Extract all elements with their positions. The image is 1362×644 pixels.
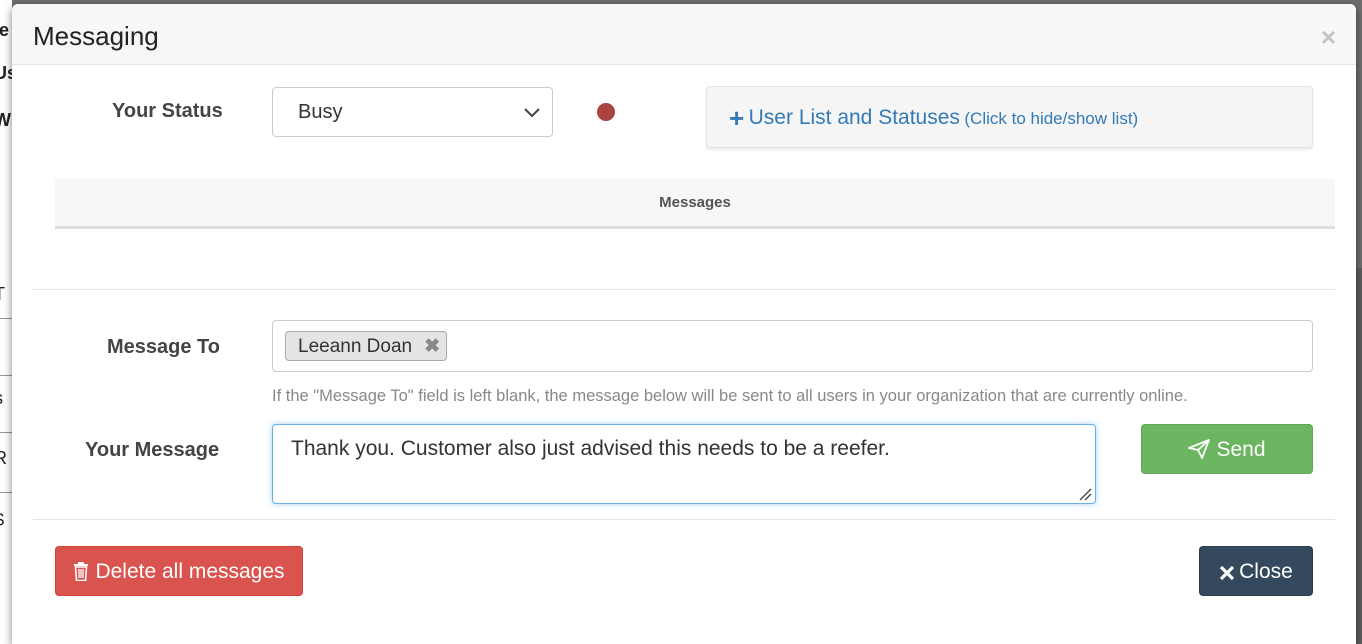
background-text: le <box>0 20 10 40</box>
background-divider <box>0 375 12 376</box>
section-divider <box>33 289 1335 290</box>
recipient-tag: Leeann Doan ✖ <box>285 331 448 361</box>
delete-all-label: Delete all messages <box>95 560 285 583</box>
background-strip: le Us Wi T s R $ <box>0 0 17 644</box>
plus-icon: + <box>729 103 745 133</box>
message-to-help: If the "Message To" field is left blank,… <box>272 387 1188 405</box>
close-button-label: Close <box>1239 560 1293 583</box>
messaging-modal: Messaging × Your Status Busy + User List… <box>12 4 1356 644</box>
status-select[interactable]: Busy <box>272 87 553 137</box>
remove-recipient-icon[interactable]: ✖ <box>424 335 440 358</box>
background-text: $ <box>0 510 4 531</box>
resize-grip-icon[interactable] <box>1078 487 1092 501</box>
user-list-label: User List and Statuses <box>748 106 960 129</box>
status-label: Your Status <box>112 100 223 122</box>
chevron-down-icon <box>524 108 540 118</box>
background-divider <box>0 318 12 319</box>
background-text: s <box>0 388 3 409</box>
status-indicator-dot <box>597 103 615 121</box>
user-list-hint: (Click to hide/show list) <box>964 109 1139 128</box>
close-button[interactable]: Close <box>1199 546 1313 596</box>
modal-header: Messaging × <box>12 4 1356 65</box>
send-button[interactable]: Send <box>1141 424 1313 474</box>
message-to-label: Message To <box>107 336 220 358</box>
recipient-name: Leeann Doan <box>298 336 413 357</box>
user-list-toggle[interactable]: + User List and Statuses (Click to hide/… <box>706 86 1313 148</box>
messages-header: Messages <box>55 179 1335 229</box>
message-textarea[interactable] <box>272 424 1096 504</box>
status-select-value: Busy <box>298 101 343 123</box>
times-icon <box>1220 565 1235 581</box>
modal-title: Messaging <box>33 21 159 51</box>
recipient-input[interactable]: Leeann Doan ✖ <box>272 320 1313 372</box>
background-text: R <box>0 448 7 468</box>
background-divider <box>0 432 12 433</box>
close-icon[interactable]: × <box>1321 24 1336 50</box>
footer-divider <box>33 519 1335 520</box>
send-button-label: Send <box>1216 438 1266 461</box>
delete-all-messages-button[interactable]: Delete all messages <box>55 546 303 596</box>
background-divider <box>0 492 12 493</box>
paper-plane-icon <box>1188 439 1211 459</box>
background-text: T <box>0 284 5 305</box>
trash-icon <box>74 562 89 582</box>
your-message-label: Your Message <box>85 439 220 461</box>
